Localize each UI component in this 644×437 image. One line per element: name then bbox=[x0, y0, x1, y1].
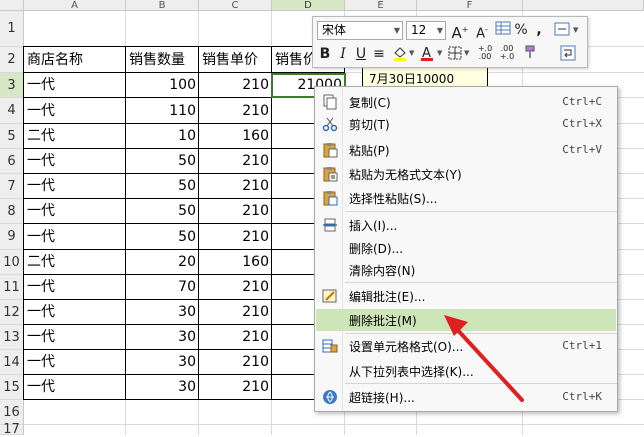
annotation-arrow bbox=[444, 315, 524, 402]
